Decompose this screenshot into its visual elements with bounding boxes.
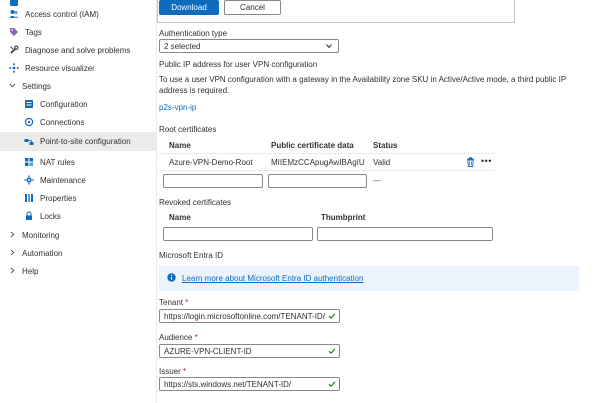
entra-info-bar: Learn more about Microsoft Entra ID auth… — [159, 266, 579, 291]
chevron-down-icon — [325, 42, 333, 52]
sidebar-item-label: Tags — [25, 27, 42, 37]
sidebar-item-diagnose[interactable]: Diagnose and solve problems — [0, 42, 157, 58]
sidebar-item-point-to-site[interactable]: Point-to-site configuration — [0, 132, 157, 151]
root-col-data: Public certificate data — [271, 141, 354, 150]
required-mark: * — [194, 333, 198, 342]
more-options-icon[interactable]: ••• — [481, 156, 492, 166]
root-cert-data: MIIEMzCCApugAwIBAgIUiW... — [271, 158, 365, 167]
sidebar-item-label: Settings — [22, 81, 51, 91]
entra-id-heading: Microsoft Entra ID — [159, 251, 224, 260]
trash-icon[interactable] — [466, 157, 475, 169]
connections-icon — [24, 117, 34, 127]
authentication-type-dropdown[interactable]: 2 selected — [159, 39, 339, 53]
root-certificates-heading: Root certificates — [159, 125, 217, 134]
public-ip-link[interactable]: p2s-vpn-ip — [159, 103, 196, 112]
issuer-input[interactable]: https://sts.windows.net/TENANT-ID/ — [159, 377, 340, 391]
checkmark-icon — [328, 312, 336, 322]
sidebar-item-label: Monitoring — [22, 230, 60, 240]
audience-value: AZURE-VPN-CLIENT-ID — [164, 346, 252, 356]
resource-menu: Access control (IAM) Tags Diagnose and s… — [0, 0, 157, 403]
people-icon — [9, 9, 19, 19]
authentication-type-value: 2 selected — [164, 41, 201, 51]
required-mark: * — [185, 298, 189, 307]
sidebar-item-maintenance[interactable]: Maintenance — [0, 172, 157, 188]
sidebar-item-label: Help — [22, 266, 39, 276]
issuer-label: Issuer * — [159, 367, 186, 376]
sidebar-item-label: Access control (IAM) — [25, 9, 99, 19]
sidebar-item-label: Automation — [22, 248, 63, 258]
chevron-right-icon — [9, 249, 15, 258]
public-ip-description: To use a user VPN configuration with a g… — [159, 75, 567, 95]
empty-row-status: — — [373, 176, 381, 185]
point-to-site-icon — [24, 137, 34, 147]
chevron-down-icon — [9, 82, 16, 91]
tenant-label: Tenant * — [159, 298, 188, 307]
sidebar-group-automation[interactable]: Automation — [0, 245, 157, 261]
tenant-label-text: Tenant — [159, 298, 184, 307]
wrench-icon — [9, 45, 19, 55]
table-header-divider — [159, 153, 495, 154]
sidebar-group-monitoring[interactable]: Monitoring — [0, 227, 157, 243]
properties-icon — [24, 193, 34, 203]
sidebar-item-label: Configuration — [40, 99, 88, 109]
sidebar-item-tags[interactable]: Tags — [0, 24, 157, 40]
sidebar-item-label: Connections — [40, 117, 85, 127]
revoked-cert-name-input[interactable] — [163, 227, 313, 241]
sidebar-item-label: NAT rules — [40, 157, 75, 167]
revoked-col-name: Name — [169, 213, 191, 222]
download-button[interactable]: Download — [159, 0, 219, 15]
row-divider — [159, 170, 495, 171]
root-col-status: Status — [373, 141, 398, 150]
root-cert-name: Azure-VPN-Demo-Root — [169, 158, 253, 167]
tag-icon — [9, 27, 19, 37]
authentication-type-label: Authentication type — [159, 29, 228, 38]
info-icon — [167, 273, 176, 284]
audience-label-text: Audience — [159, 333, 193, 342]
chevron-right-icon — [9, 231, 15, 240]
revoked-col-thumbprint: Thumbprint — [321, 213, 366, 222]
required-mark: * — [183, 367, 187, 376]
sidebar-item-properties[interactable]: Properties — [0, 190, 157, 206]
nat-rules-icon — [24, 157, 34, 167]
visualizer-icon — [9, 63, 19, 73]
sidebar-item-configuration[interactable]: Configuration — [0, 96, 157, 112]
issuer-label-text: Issuer — [159, 367, 181, 376]
entra-learn-more-link[interactable]: Learn more about Microsoft Entra ID auth… — [182, 274, 363, 283]
sidebar-item-label: Point-to-site configuration — [40, 137, 131, 146]
root-cert-name-input[interactable] — [163, 174, 263, 188]
tenant-value: https://login.microsoftonline.com/TENANT… — [164, 311, 325, 321]
sidebar-item-label: Diagnose and solve problems — [25, 45, 131, 55]
tenant-input[interactable]: https://login.microsoftonline.com/TENANT… — [159, 309, 340, 323]
revoked-cert-thumbprint-input[interactable] — [317, 227, 493, 241]
public-ip-heading: Public IP address for user VPN configura… — [159, 60, 318, 69]
revoked-certificates-heading: Revoked certificates — [159, 198, 232, 207]
sidebar-item-label: Locks — [40, 211, 61, 221]
issuer-value: https://sts.windows.net/TENANT-ID/ — [164, 379, 292, 389]
cancel-button[interactable]: Cancel — [224, 0, 281, 15]
chevron-right-icon — [9, 267, 15, 276]
point-to-site-panel: Download Cancel Authentication type 2 se… — [157, 0, 600, 403]
sidebar-item-label: Maintenance — [40, 175, 86, 185]
sidebar-group-help[interactable]: Help — [0, 263, 157, 279]
sidebar-item-label: Properties — [40, 193, 77, 203]
audience-label: Audience * — [159, 333, 198, 342]
checkmark-icon — [328, 380, 336, 390]
sidebar-item-resource-visualizer[interactable]: Resource visualizer — [0, 60, 157, 76]
sidebar-item-locks[interactable]: Locks — [0, 208, 157, 224]
maintenance-icon — [24, 175, 34, 185]
sidebar-item-label: Resource visualizer — [25, 63, 95, 73]
root-cert-data-input[interactable] — [268, 174, 367, 188]
sidebar-item-nat-rules[interactable]: NAT rules — [0, 154, 157, 170]
lock-icon — [24, 211, 34, 221]
audience-input[interactable]: AZURE-VPN-CLIENT-ID — [159, 344, 340, 358]
sidebar-group-settings[interactable]: Settings — [0, 78, 157, 94]
root-col-name: Name — [169, 141, 191, 150]
checkmark-icon — [328, 347, 336, 357]
configuration-icon — [24, 99, 34, 109]
sidebar-item-connections[interactable]: Connections — [0, 114, 157, 130]
sidebar-item-access-control[interactable]: Access control (IAM) — [0, 6, 157, 22]
root-cert-status: Valid — [373, 158, 391, 167]
